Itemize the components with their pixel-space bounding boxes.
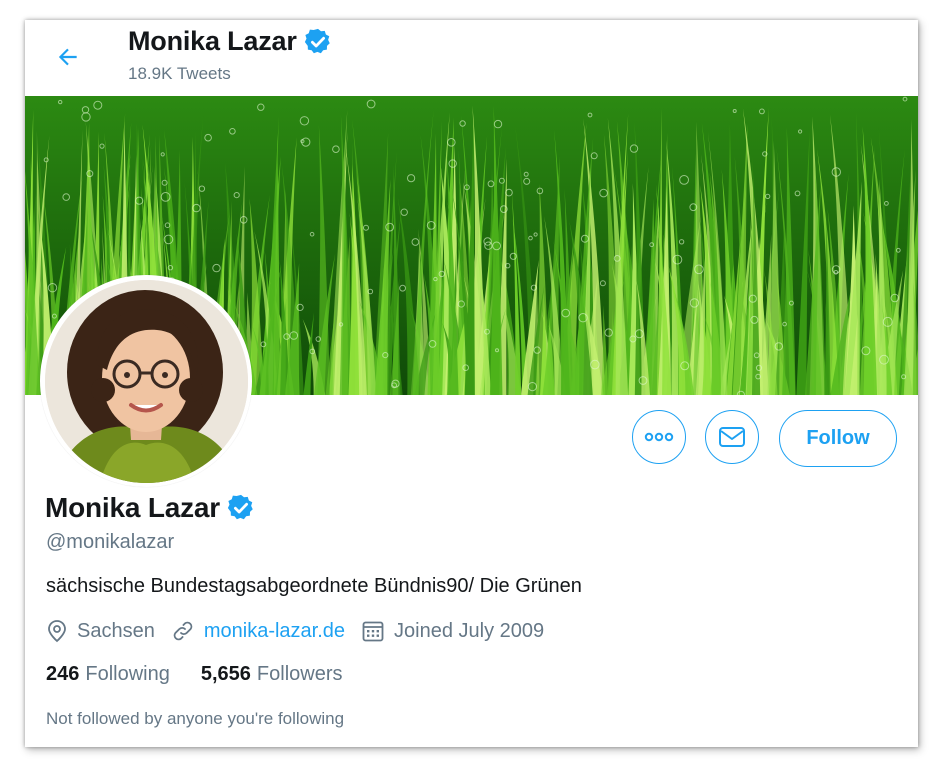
following-label: Following: [85, 663, 170, 685]
verified-badge-icon: [303, 27, 333, 57]
calendar-icon: [362, 621, 384, 642]
profile-bio: sächsische Bundestagsabgeordnete Bündnis…: [46, 575, 582, 597]
location-text: Sachsen: [77, 619, 155, 642]
following-count: 246: [46, 663, 80, 685]
message-button[interactable]: [705, 410, 759, 464]
website-link[interactable]: monika-lazar.de: [204, 620, 345, 643]
back-button[interactable]: [47, 36, 89, 78]
header-name: Monika Lazar: [128, 26, 297, 56]
followers-label: Followers: [256, 663, 343, 685]
followers-count: 5,656: [200, 663, 251, 685]
arrow-left-icon: [58, 48, 77, 66]
joined-text: Joined July 2009: [394, 619, 545, 642]
profile-meta: Sachsen monika-lazar.de Joined July 2009: [46, 618, 560, 644]
profile-stats: 246 Following 5,656 Followers: [46, 663, 374, 686]
location-item: Sachsen: [46, 619, 155, 643]
link-icon: [173, 621, 193, 641]
envelope-icon: [719, 427, 745, 447]
profile-header: Monika Lazar 18.9K Tweets: [25, 20, 918, 96]
follow-button[interactable]: Follow: [779, 410, 897, 467]
profile-handle: @monikalazar: [46, 531, 175, 553]
following-link[interactable]: 246 Following: [46, 663, 170, 686]
avatar-image: [44, 279, 248, 483]
profile-name: Monika Lazar: [45, 492, 220, 523]
more-horizontal-icon: [644, 432, 674, 442]
joined-item: Joined July 2009: [361, 619, 544, 643]
profile-name-row: Monika Lazar: [45, 492, 256, 524]
verified-badge-icon: [226, 493, 256, 523]
location-pin-icon: [48, 620, 66, 643]
avatar[interactable]: [40, 275, 252, 487]
followers-link[interactable]: 5,656 Followers: [201, 663, 343, 686]
profile-card: Monika Lazar 18.9K Tweets Follow Monika …: [25, 20, 918, 747]
more-button[interactable]: [632, 410, 686, 464]
header-title: Monika Lazar: [128, 26, 333, 57]
tweet-count: 18.9K Tweets: [128, 64, 231, 83]
not-followed-text: Not followed by anyone you're following: [46, 709, 345, 728]
website-item[interactable]: monika-lazar.de: [171, 619, 345, 643]
